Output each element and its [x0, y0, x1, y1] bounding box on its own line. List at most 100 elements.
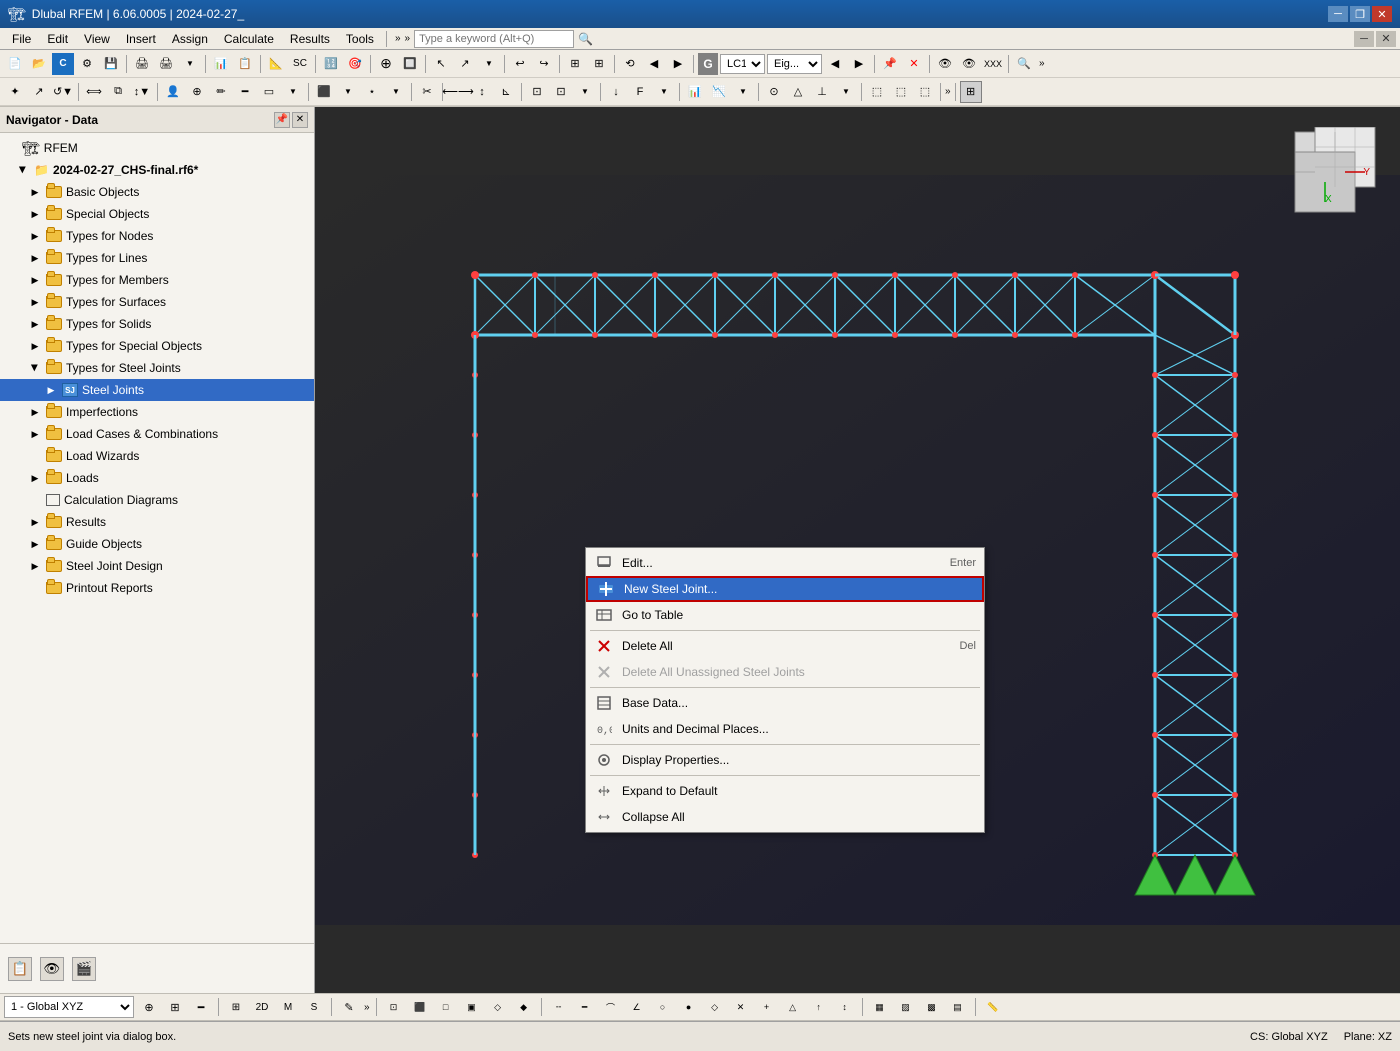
sub-close-button[interactable]: ✕: [1376, 31, 1396, 47]
hinge-btn[interactable]: ⊙: [763, 81, 785, 103]
angle-btn[interactable]: ∠: [626, 996, 648, 1018]
render-btn[interactable]: ⊕: [375, 53, 397, 75]
snap2-btn[interactable]: ⊡: [550, 81, 572, 103]
display-all-btn[interactable]: ⬛: [409, 996, 431, 1018]
circle-btn[interactable]: ○: [652, 996, 674, 1018]
arrow-up-btn[interactable]: ↑: [808, 996, 830, 1018]
ctx-base-data[interactable]: Base Data...: [586, 690, 984, 716]
tab-btn[interactable]: ⊞: [564, 53, 586, 75]
eye-btn[interactable]: 👁: [934, 53, 956, 75]
line-btn[interactable]: ✏: [210, 81, 232, 103]
ctx-new-steel-joint[interactable]: New Steel Joint...: [586, 576, 984, 602]
view-btn[interactable]: 🔲: [399, 53, 421, 75]
solid-btn[interactable]: ⬛: [313, 81, 335, 103]
wireframe-btn[interactable]: □: [435, 996, 457, 1018]
ctx-collapse-all[interactable]: Collapse All: [586, 804, 984, 830]
snap-drop[interactable]: ▼: [574, 81, 596, 103]
tree-load-cases[interactable]: ▶ Load Cases & Combinations: [0, 423, 314, 445]
tree-types-surfaces[interactable]: ▶ Types for Surfaces: [0, 291, 314, 313]
tree-steel-joint-design[interactable]: ▶ Steel Joint Design: [0, 555, 314, 577]
tree-types-nodes[interactable]: ▶ Types for Nodes: [0, 225, 314, 247]
tree-root-rfem[interactable]: 🏗 RFEM: [0, 137, 314, 159]
snap-node-btn[interactable]: ⊕: [138, 996, 160, 1018]
nav-data-btn[interactable]: 📋: [8, 957, 32, 981]
view-2d-btn[interactable]: 2D: [251, 996, 273, 1018]
ctx-display-props[interactable]: Display Properties...: [586, 747, 984, 773]
ctx-edit[interactable]: Edit... Enter: [586, 550, 984, 576]
surface-btn[interactable]: ▭: [258, 81, 280, 103]
prev-btn[interactable]: ◀: [643, 53, 665, 75]
pin-btn[interactable]: 📌: [879, 53, 901, 75]
print-btn[interactable]: 🖨: [155, 53, 177, 75]
tree-types-steel-joints[interactable]: ▶ Types for Steel Joints: [0, 357, 314, 379]
menu-tools[interactable]: Tools: [338, 30, 382, 48]
nav-pin-btn[interactable]: 📌: [274, 112, 290, 128]
snap-grid-btn[interactable]: ⊞: [164, 996, 186, 1018]
snap-line-btn[interactable]: ━: [190, 996, 212, 1018]
ctx-delete-all[interactable]: Delete All Del: [586, 633, 984, 659]
tree-special-objects[interactable]: ▶ Special Objects: [0, 203, 314, 225]
cursor2-btn[interactable]: ↗: [454, 53, 476, 75]
tree-loads[interactable]: ▶ Loads: [0, 467, 314, 489]
tree-types-solids[interactable]: ▶ Types for Solids: [0, 313, 314, 335]
sub-min-button[interactable]: ─: [1354, 31, 1374, 47]
nav-close-btn[interactable]: ✕: [292, 112, 308, 128]
redo-btn[interactable]: ↪: [533, 53, 555, 75]
cross-btn[interactable]: ✕: [903, 53, 925, 75]
rotate-drop[interactable]: ↺▼: [52, 81, 74, 103]
calc-btn[interactable]: 🔢: [320, 53, 342, 75]
shaded-btn[interactable]: ◆: [513, 996, 535, 1018]
menu-view[interactable]: View: [76, 30, 118, 48]
grid-btn[interactable]: ⊞: [588, 53, 610, 75]
cube-navigation[interactable]: -Y X: [1290, 127, 1380, 217]
node-btn[interactable]: ⊕: [186, 81, 208, 103]
arrow-btn[interactable]: ↗: [28, 81, 50, 103]
support2-btn[interactable]: ⊥: [811, 81, 833, 103]
search-input[interactable]: [414, 30, 574, 48]
tree-types-members[interactable]: ▶ Types for Members: [0, 269, 314, 291]
next-lc-btn[interactable]: ▶: [848, 53, 870, 75]
copy-btn[interactable]: ⧉: [107, 81, 129, 103]
menu-assign[interactable]: Assign: [164, 30, 216, 48]
local-axis-btn[interactable]: ⊡: [383, 996, 405, 1018]
solid-drop[interactable]: ▼: [337, 81, 359, 103]
tree-imperfections[interactable]: ▶ Imperfections: [0, 401, 314, 423]
nav-display-btn[interactable]: 👁: [40, 957, 64, 981]
arrow-sym-btn[interactable]: ↕: [834, 996, 856, 1018]
tree-types-lines[interactable]: ▶ Types for Lines: [0, 247, 314, 269]
grid4-btn[interactable]: ▨: [895, 996, 917, 1018]
zoom-btn[interactable]: 🔍: [1013, 53, 1035, 75]
print-preview-btn[interactable]: 🖨: [131, 53, 153, 75]
prop-btn[interactable]: 📐: [265, 53, 287, 75]
support-drop[interactable]: ▼: [835, 81, 857, 103]
support-btn[interactable]: △: [787, 81, 809, 103]
menu-edit[interactable]: Edit: [39, 30, 76, 48]
tree-calc-diagrams[interactable]: ▶ Calculation Diagrams: [0, 489, 314, 511]
tree-results[interactable]: ▶ Results: [0, 511, 314, 533]
undo-btn[interactable]: ↩: [509, 53, 531, 75]
line-y-btn[interactable]: ━: [574, 996, 596, 1018]
tree-printout-reports[interactable]: ▶ Printout Reports: [0, 577, 314, 599]
load-btn[interactable]: ↓: [605, 81, 627, 103]
mirror-btn[interactable]: ⟺: [83, 81, 105, 103]
print-drop[interactable]: ▼: [179, 53, 201, 75]
tree-basic-objects[interactable]: ▶ Basic Objects: [0, 181, 314, 203]
restore-button[interactable]: ❐: [1350, 6, 1370, 22]
cursor-drop[interactable]: ▼: [478, 53, 500, 75]
snap-btn[interactable]: ⊡: [526, 81, 548, 103]
tri-btn[interactable]: △: [782, 996, 804, 1018]
curve-btn[interactable]: ⌒: [600, 996, 622, 1018]
new-btn[interactable]: 📄: [4, 53, 26, 75]
lc-select[interactable]: LC1: [720, 54, 765, 74]
minimize-button[interactable]: ─: [1328, 6, 1348, 22]
script-btn[interactable]: SC: [289, 53, 311, 75]
grid6-btn[interactable]: ▤: [947, 996, 969, 1018]
tree-types-special-objects[interactable]: ▶ Types for Special Objects: [0, 335, 314, 357]
plus-btn[interactable]: +: [756, 996, 778, 1018]
grid2-btn[interactable]: ⊞: [960, 81, 982, 103]
view4-btn[interactable]: ⬚: [890, 81, 912, 103]
special-drop[interactable]: ▼: [385, 81, 407, 103]
cross-x-btn[interactable]: ✕: [730, 996, 752, 1018]
open-btn[interactable]: 📂: [28, 53, 50, 75]
move2-drop[interactable]: ↕▼: [131, 81, 153, 103]
